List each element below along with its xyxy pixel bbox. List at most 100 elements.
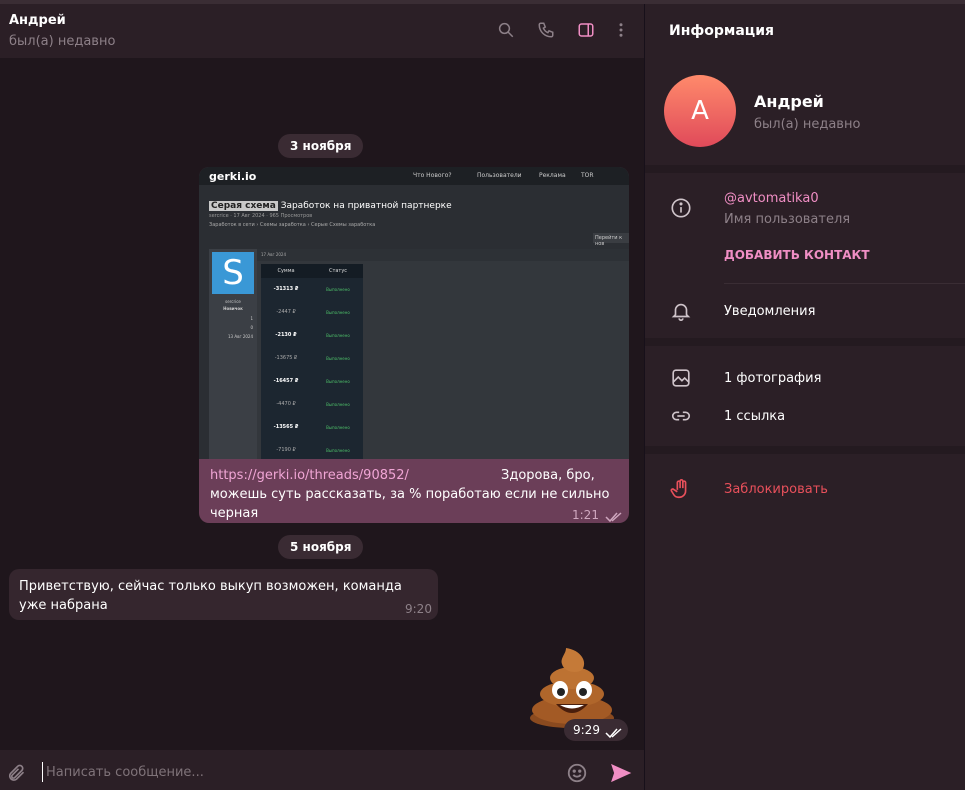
photo-table-amount: -7190 ₽	[276, 447, 296, 453]
photo-table-status: Выполнено	[326, 379, 350, 384]
photo-user-stat: 0	[250, 325, 253, 330]
photo-nav-item: TOR	[581, 172, 594, 179]
photo-button: Перейти к нов	[593, 233, 629, 247]
photo-table-row: -2130 ₽ Выполнено	[261, 324, 363, 347]
phone-icon[interactable]	[536, 20, 556, 40]
chat-title[interactable]: Андрей	[9, 13, 66, 28]
chat-status: был(а) недавно	[9, 34, 116, 49]
photo-user-rank: Новичок	[223, 306, 243, 311]
sticker-time-badge: 9:29	[564, 719, 628, 741]
photo-table-row: -2447 ₽ Выполнено	[261, 301, 363, 324]
photo-table-status: Выполнено	[326, 448, 350, 453]
photo-site-logo: gerki.io	[209, 170, 257, 183]
telegram-window: Андрей был(а) недавно 3 ноября gerki.io	[0, 0, 965, 790]
profile-status: был(а) недавно	[754, 117, 861, 132]
photo-table-status: Выполнено	[326, 310, 350, 315]
emoji-icon[interactable]	[566, 762, 588, 784]
message-text: Приветствую, сейчас только выкуп возможе…	[19, 579, 402, 613]
message-time: 1:21	[572, 508, 599, 522]
search-icon[interactable]	[496, 20, 516, 40]
photo-table-row: -7190 ₽ Выполнено	[261, 439, 363, 459]
photo-user-stat: 1	[250, 316, 253, 321]
photo-thread-meta: sercrice · 17 Авг 2024 · 965 Просмотров	[209, 213, 313, 219]
photo-table-status: Выполнено	[326, 356, 350, 361]
photo-table-amount: -2130 ₽	[275, 332, 297, 338]
photo-table-amount: -2447 ₽	[276, 309, 296, 315]
message-photo[interactable]: gerki.io Что Нового? Пользователи Реклам…	[199, 167, 629, 459]
date-separator: 5 ноября	[278, 535, 364, 559]
photo-table-amount: -4470 ₽	[276, 401, 296, 407]
block-user-button[interactable]: Заблокировать	[724, 482, 828, 497]
incoming-message[interactable]: Приветствую, сейчас только выкуп возможе…	[9, 569, 438, 620]
photo-thread-title: Серая схема Заработок на приватной партн…	[209, 201, 452, 211]
outgoing-message[interactable]: gerki.io Что Нового? Пользователи Реклам…	[199, 167, 629, 523]
photo-site-header: gerki.io Что Нового? Пользователи Реклам…	[199, 167, 629, 185]
profile-username[interactable]: @avtomatika0	[724, 191, 819, 206]
chat-area: Андрей был(а) недавно 3 ноября gerki.io	[0, 4, 644, 790]
chat-header[interactable]: Андрей был(а) недавно	[0, 4, 644, 58]
photo-table-header: Сумма Статус	[261, 264, 363, 278]
photo-table-amount: -13565 ₽	[273, 424, 299, 430]
photo-user-joined: 13 Авг 2024	[227, 334, 253, 339]
photo-table-row: -4470 ₽ Выполнено	[261, 393, 363, 416]
photo-user-card: S sercrice Новичок 1 0 13 Авг 2024	[209, 249, 257, 459]
more-options-icon[interactable]	[611, 20, 631, 40]
profile-avatar[interactable]: А	[664, 75, 736, 147]
notifications-row[interactable]: Уведомления	[724, 304, 815, 319]
date-separator: 3 ноября	[278, 134, 364, 158]
photo-table-header-cell: Сумма	[277, 268, 295, 274]
photo-table-row: -31313 ₽ Выполнено	[261, 278, 363, 301]
photo-table-row: -16457 ₽ Выполнено	[261, 370, 363, 393]
row-divider	[724, 283, 965, 284]
shared-links-row[interactable]: 1 ссылка	[724, 409, 785, 424]
photo-nav-item: Пользователи	[477, 172, 522, 179]
photo-table-amount: -31313 ₽	[273, 286, 299, 292]
add-contact-button[interactable]: ДОБАВИТЬ КОНТАКТ	[724, 248, 870, 262]
bell-icon	[669, 299, 693, 323]
photo-post-body: 17 Авг 2024 Сумма Статус -31313 ₽ Выполн…	[257, 249, 629, 459]
section-separator	[645, 338, 965, 346]
photo-user-name: sercrice	[225, 299, 241, 304]
link-icon	[669, 404, 693, 428]
photo-table-header-cell: Статус	[328, 268, 348, 274]
double-check-icon	[605, 724, 623, 739]
photo-table-amount: -13675 ₽	[274, 355, 298, 361]
poop-emoji-sticker[interactable]	[526, 644, 618, 730]
photo-breadcrumb: Заработок в сети › Схемы заработка › Сер…	[209, 222, 376, 228]
profile-name: Андрей	[754, 92, 824, 111]
photo-table-status: Выполнено	[326, 402, 350, 407]
section-separator	[645, 446, 965, 454]
username-label: Имя пользователя	[724, 212, 851, 227]
photo-table-status: Выполнено	[326, 425, 350, 430]
info-icon	[669, 196, 693, 220]
block-hand-icon	[669, 477, 693, 501]
message-text-line: Здорова, бро,	[501, 468, 595, 483]
photo-post-date: 17 Авг 2024	[257, 249, 629, 261]
double-check-icon	[605, 508, 623, 523]
sidebar-title: Информация	[669, 23, 774, 39]
photo-table-status: Выполнено	[326, 287, 350, 292]
photo-table-status: Выполнено	[326, 333, 350, 338]
photo-payout-table: Сумма Статус -31313 ₽ Выполнено -2447 ₽ …	[261, 264, 363, 459]
message-time: 9:29	[573, 723, 600, 737]
photo-icon	[669, 366, 693, 390]
photo-user-avatar: S	[212, 252, 254, 294]
sidebar-toggle-icon[interactable]	[576, 20, 596, 40]
photo-table-amount: -16457 ₽	[273, 378, 299, 384]
message-text-line: можешь суть рассказать, за % поработаю е…	[210, 487, 610, 521]
section-separator	[645, 165, 965, 173]
message-input[interactable]	[42, 762, 542, 782]
attach-icon[interactable]	[6, 763, 26, 783]
message-composer	[0, 750, 644, 790]
info-sidebar: Информация А Андрей был(а) недавно @avto…	[645, 4, 965, 790]
photo-nav-item: Что Нового?	[413, 172, 452, 179]
photo-thread-title-text: Заработок на приватной партнерке	[280, 201, 452, 211]
message-time: 9:20	[405, 602, 432, 616]
photo-thread-tag: Серая схема	[209, 201, 278, 211]
photo-table-row: -13565 ₽ Выполнено	[261, 416, 363, 439]
message-caption: https://gerki.io/threads/90852/ Здорова,…	[210, 466, 622, 523]
shared-photos-row[interactable]: 1 фотография	[724, 371, 821, 386]
message-link[interactable]: https://gerki.io/threads/90852/	[210, 468, 409, 483]
photo-nav-item: Реклама	[539, 172, 566, 179]
send-icon[interactable]	[609, 762, 633, 784]
